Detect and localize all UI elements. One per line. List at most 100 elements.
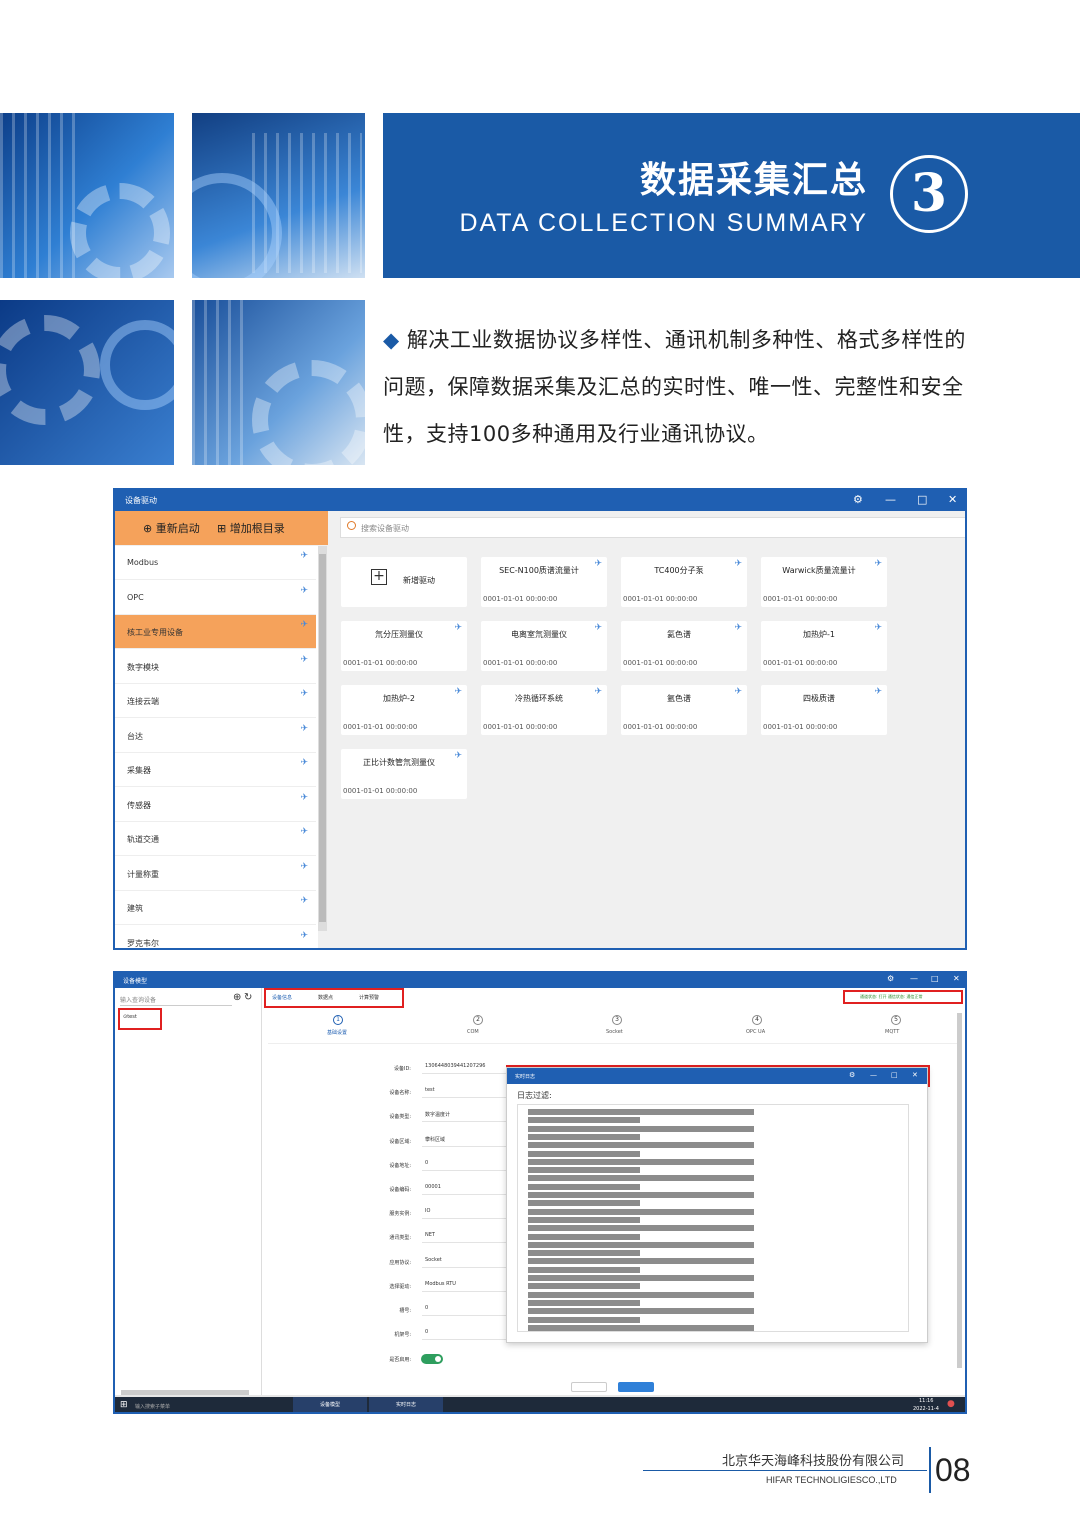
- add-icon[interactable]: ⊕: [233, 992, 241, 1003]
- form-scrollbar[interactable]: [957, 1013, 962, 1368]
- pin-icon[interactable]: ✈: [300, 896, 308, 906]
- minimize-icon[interactable]: —: [885, 493, 896, 506]
- step-indicator[interactable]: 3: [612, 1015, 622, 1025]
- next-button[interactable]: [618, 1382, 654, 1392]
- pin-icon[interactable]: ✈: [300, 931, 308, 941]
- taskbar-search[interactable]: 输入搜索子菜单: [135, 1403, 170, 1410]
- field-input[interactable]: 00001: [422, 1184, 510, 1195]
- sidebar-item[interactable]: 台达 ✈: [115, 719, 316, 753]
- sidebar-item[interactable]: 建筑 ✈: [115, 891, 316, 925]
- sidebar-item[interactable]: Modbus ✈: [115, 546, 316, 580]
- close-icon[interactable]: ✕: [953, 974, 960, 983]
- step-indicator[interactable]: 2: [473, 1015, 483, 1025]
- pin-icon[interactable]: ✈: [874, 623, 882, 633]
- pin-icon[interactable]: ✈: [300, 724, 308, 734]
- field-input[interactable]: IO: [422, 1208, 510, 1220]
- field-input[interactable]: Socket: [422, 1257, 510, 1268]
- pin-icon[interactable]: ✈: [300, 758, 308, 768]
- sidebar-scrollbar[interactable]: [318, 546, 327, 931]
- pin-icon[interactable]: ✈: [300, 793, 308, 803]
- driver-card[interactable]: 加热炉-1 0001-01-01 00:00:00 ✈: [761, 621, 887, 671]
- tab-device-info[interactable]: 设备信息: [272, 994, 292, 1001]
- minimize-icon[interactable]: —: [910, 974, 918, 983]
- driver-card[interactable]: 电离室氘测量仪 0001-01-01 00:00:00 ✈: [481, 621, 607, 671]
- settings-icon[interactable]: ⚙: [853, 493, 863, 506]
- driver-card[interactable]: 氘分压测量仪 0001-01-01 00:00:00 ✈: [341, 621, 467, 671]
- driver-card[interactable]: 正比计数管氘测量仪 0001-01-01 00:00:00 ✈: [341, 749, 467, 799]
- pin-icon[interactable]: ✈: [300, 827, 308, 837]
- sidebar-item[interactable]: 计量称重 ✈: [115, 857, 316, 891]
- field-input[interactable]: Modbus RTU: [422, 1281, 510, 1292]
- driver-card[interactable]: TC400分子泵 0001-01-01 00:00:00 ✈: [621, 557, 747, 607]
- settings-icon[interactable]: ⚙: [887, 974, 894, 983]
- prev-button[interactable]: [571, 1382, 607, 1392]
- sidebar-item[interactable]: 连接云端 ✈: [115, 684, 316, 718]
- pin-icon[interactable]: ✈: [300, 586, 308, 596]
- log-line: [528, 1192, 754, 1198]
- log-settings-icon[interactable]: ⚙: [849, 1071, 855, 1079]
- log-minimize-icon[interactable]: —: [870, 1071, 877, 1079]
- pin-icon[interactable]: ✈: [734, 559, 742, 569]
- pin-icon[interactable]: ✈: [454, 623, 462, 633]
- pin-icon[interactable]: ✈: [734, 687, 742, 697]
- tab-data-points[interactable]: 数据点: [318, 994, 333, 1001]
- enabled-toggle[interactable]: [421, 1354, 443, 1364]
- pin-icon[interactable]: ✈: [874, 559, 882, 569]
- driver-card[interactable]: 加热炉-2 0001-01-01 00:00:00 ✈: [341, 685, 467, 735]
- sidebar-item[interactable]: 核工业专用设备 ✈: [115, 615, 316, 649]
- device-search-input[interactable]: 输入查询设备: [120, 995, 232, 1006]
- log-output[interactable]: [517, 1104, 909, 1332]
- sidebar-item[interactable]: 罗克韦尔 ✈: [115, 926, 316, 949]
- driver-card[interactable]: 四极质谱 0001-01-01 00:00:00 ✈: [761, 685, 887, 735]
- tree-item-test[interactable]: ⊙test: [123, 1014, 137, 1020]
- driver-search-input[interactable]: 搜索设备驱动: [340, 517, 965, 538]
- sidebar-item[interactable]: 采集器 ✈: [115, 753, 316, 787]
- pin-icon[interactable]: ✈: [594, 687, 602, 697]
- refresh-icon[interactable]: ↻: [244, 992, 252, 1003]
- close-icon[interactable]: ✕: [948, 493, 957, 506]
- field-input[interactable]: 0: [422, 1160, 510, 1171]
- pin-icon[interactable]: ✈: [454, 751, 462, 761]
- tab-calc-alarm[interactable]: 计算预警: [359, 994, 379, 1001]
- sidebar-item[interactable]: 传感器 ✈: [115, 788, 316, 822]
- step-indicator[interactable]: 5: [891, 1015, 901, 1025]
- field-input[interactable]: 攀科区域: [422, 1136, 510, 1147]
- maximize-icon[interactable]: □: [917, 493, 927, 506]
- notification-icon[interactable]: ●: [947, 1399, 955, 1409]
- driver-card[interactable]: 氩色谱 0001-01-01 00:00:00 ✈: [621, 685, 747, 735]
- field-input[interactable]: test: [422, 1087, 510, 1099]
- step-indicator[interactable]: 4: [752, 1015, 762, 1025]
- log-maximize-icon[interactable]: □: [891, 1071, 898, 1079]
- pin-icon[interactable]: ✈: [300, 689, 308, 699]
- pin-icon[interactable]: ✈: [300, 862, 308, 872]
- task-realtime-log[interactable]: 实时日志: [369, 1397, 443, 1412]
- new-driver-card[interactable]: + 新增驱动: [341, 557, 467, 607]
- driver-card[interactable]: SEC-N100质谱流量计 0001-01-01 00:00:00 ✈: [481, 557, 607, 607]
- pin-icon[interactable]: ✈: [734, 623, 742, 633]
- maximize-icon[interactable]: □: [931, 974, 939, 983]
- field-input[interactable]: NET: [422, 1232, 510, 1244]
- pin-icon[interactable]: ✈: [300, 655, 308, 665]
- task-device-model[interactable]: 设备模型: [293, 1397, 367, 1412]
- pin-icon[interactable]: ✈: [300, 551, 308, 561]
- sidebar-item[interactable]: OPC ✈: [115, 581, 316, 615]
- field-input[interactable]: 0: [422, 1329, 510, 1341]
- pin-icon[interactable]: ✈: [594, 559, 602, 569]
- sidebar-item[interactable]: 数字模块 ✈: [115, 650, 316, 684]
- pin-icon[interactable]: ✈: [594, 623, 602, 633]
- field-input[interactable]: 数字温度计: [422, 1111, 510, 1123]
- add-root-button[interactable]: ⊞ 增加根目录: [217, 520, 285, 536]
- driver-card[interactable]: Warwick质量流量计 0001-01-01 00:00:00 ✈: [761, 557, 887, 607]
- field-input[interactable]: 1306448039441207296: [422, 1063, 510, 1074]
- pin-icon[interactable]: ✈: [454, 687, 462, 697]
- sidebar-item[interactable]: 轨道交通 ✈: [115, 822, 316, 856]
- driver-card[interactable]: 冷热循环系统 0001-01-01 00:00:00 ✈: [481, 685, 607, 735]
- log-close-icon[interactable]: ✕: [912, 1071, 918, 1079]
- pin-icon[interactable]: ✈: [874, 687, 882, 697]
- pin-icon[interactable]: ✈: [300, 620, 308, 630]
- step-indicator[interactable]: 1: [333, 1015, 343, 1025]
- field-input[interactable]: 0: [422, 1305, 510, 1316]
- windows-start-icon[interactable]: ⊞: [120, 1400, 128, 1410]
- restart-button[interactable]: ⊕ 重新启动: [143, 520, 200, 536]
- driver-card[interactable]: 氦色谱 0001-01-01 00:00:00 ✈: [621, 621, 747, 671]
